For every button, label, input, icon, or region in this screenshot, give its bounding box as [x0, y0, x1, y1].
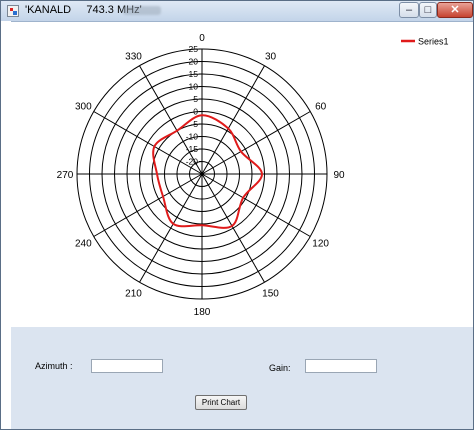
- title-bar[interactable]: 'KANALD 743.3 MHz' – □ ✕: [1, 1, 473, 22]
- grid-spoke: [201, 173, 265, 283]
- radial-label: 10: [189, 82, 199, 92]
- radial-label: 5: [193, 94, 198, 104]
- radial-label: -20: [186, 157, 199, 167]
- maximize-icon: □: [424, 4, 432, 16]
- minimize-button[interactable]: –: [399, 2, 419, 18]
- polar-chart: 0 30 60 90 120 150 180 210 240 270 300 330 25 20 15 10 5…: [11, 23, 473, 325]
- left-margin: [1, 21, 11, 429]
- angle-label: 180: [194, 307, 211, 318]
- azimuth-input[interactable]: [91, 359, 163, 373]
- angle-label: 0: [199, 33, 205, 44]
- radial-label: 25: [189, 44, 199, 54]
- gain-input[interactable]: [305, 359, 377, 373]
- maximize-button[interactable]: □: [419, 2, 437, 18]
- azimuth-label: Azimuth :: [35, 361, 73, 371]
- angle-label: 270: [57, 170, 74, 181]
- angle-label: 120: [312, 239, 329, 250]
- print-chart-button[interactable]: Print Chart: [195, 395, 247, 410]
- angle-label: 240: [75, 239, 92, 250]
- grid-spoke: [139, 173, 203, 283]
- radial-label: -15: [186, 144, 199, 154]
- angle-label: 150: [262, 289, 279, 300]
- legend-label: Series1: [418, 37, 449, 47]
- blurred-title-text: [123, 6, 161, 15]
- input-panel: Azimuth : Gain: Print Chart: [11, 327, 473, 429]
- app-icon: [7, 5, 19, 17]
- gain-label: Gain:: [269, 363, 291, 373]
- angle-label: 60: [315, 102, 327, 113]
- angle-label: 90: [333, 170, 345, 181]
- grid-spoke: [201, 65, 265, 175]
- radial-label: 20: [189, 57, 199, 67]
- close-icon: ✕: [450, 4, 460, 16]
- app-window: 'KANALD 743.3 MHz' – □ ✕ 0 30 60 90 120 150 18…: [0, 0, 474, 430]
- angle-label: 210: [125, 289, 142, 300]
- minimize-icon: –: [405, 4, 413, 16]
- angle-label: 330: [125, 51, 142, 62]
- angle-label: 30: [265, 51, 277, 62]
- polar-chart-svg: 0 30 60 90 120 150 180 210 240 270 300 330 25 20 15 10 5…: [57, 33, 449, 318]
- radial-label: 0: [193, 107, 198, 117]
- close-button[interactable]: ✕: [437, 2, 473, 18]
- radial-label: -10: [186, 132, 199, 142]
- angle-label: 300: [75, 102, 92, 113]
- radial-label: 15: [189, 69, 199, 79]
